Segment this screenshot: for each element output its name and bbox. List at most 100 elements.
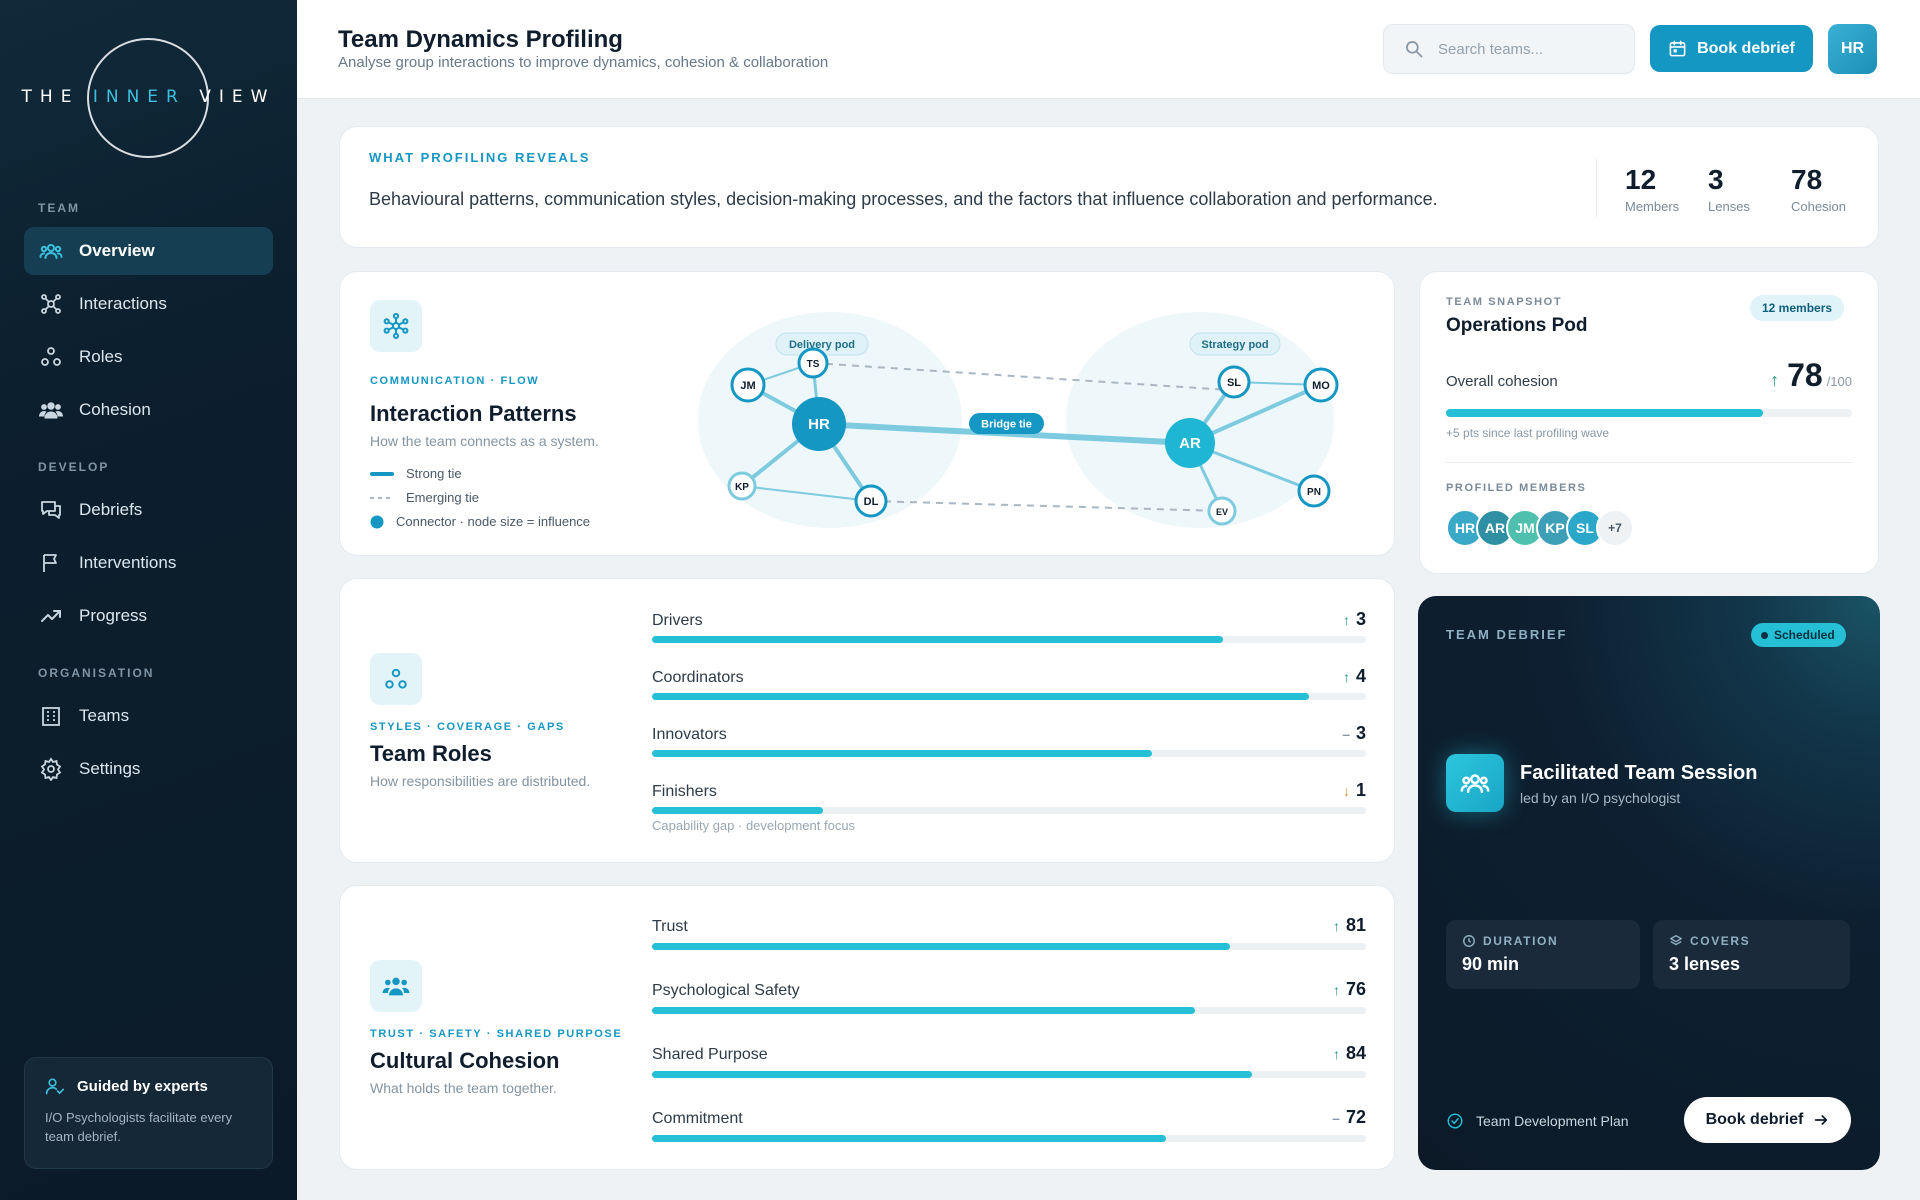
cohesion-eyebrow: TRUST · SAFETY · SHARED PURPOSE [370, 1028, 623, 1040]
top-header: Team Dynamics Profiling Analyse group in… [297, 0, 1920, 99]
legend-label: Strong tie [406, 466, 462, 481]
bar-label: Drivers [652, 612, 703, 629]
bar-fill [652, 636, 1224, 643]
sidebar-item-label: Progress [79, 606, 148, 625]
divider [1596, 159, 1597, 217]
bar-value-number: 3 [1355, 723, 1366, 743]
bar-track [652, 1007, 1366, 1014]
clock-icon [1462, 934, 1476, 948]
bar-track [652, 636, 1366, 643]
sidebar-item-label: Teams [79, 706, 130, 725]
sidebar-item-roles[interactable]: Roles [24, 333, 273, 381]
page-subtitle: Analyse group interactions to improve dy… [338, 54, 829, 71]
snapshot-eyebrow: TEAM SNAPSHOT [1446, 296, 1563, 308]
guide-text: I/O Psychologists facilitate every team … [45, 1110, 233, 1144]
cohesion-score: ↑ 78 /100 [1770, 357, 1852, 394]
node-ts[interactable]: TS [797, 347, 829, 379]
trend-up-icon: ↑ [1332, 981, 1340, 998]
node-mo[interactable]: MO [1303, 367, 1339, 403]
covers-box: COVERS 3 lenses [1653, 920, 1850, 989]
sidebar-item-label: Roles [79, 347, 123, 366]
svg-text:Strategy pod: Strategy pod [1201, 339, 1268, 351]
trend-up-icon: ↑ [1342, 668, 1350, 685]
trend-down-icon: ↓ [1342, 782, 1350, 799]
svg-text:DL: DL [864, 496, 879, 508]
sidebar-item-progress[interactable]: Progress [24, 592, 273, 640]
cohesion-delta: +5 pts since last profiling wave [1446, 426, 1610, 440]
bar-label: Finishers [652, 783, 717, 800]
svg-text:TS: TS [807, 359, 820, 370]
covers-key: COVERS [1669, 934, 1834, 948]
roles-title: Team Roles [370, 741, 492, 766]
bar-fill [652, 1071, 1252, 1078]
bar-value-number: 81 [1345, 915, 1366, 935]
stat-label: Lenses [1708, 199, 1750, 214]
bar-fill [652, 1135, 1167, 1142]
members-count-badge: 12 members [1750, 295, 1845, 321]
bar-value-number: 72 [1345, 1107, 1366, 1127]
node-kp[interactable]: KP [727, 471, 757, 501]
development-plan-link[interactable]: Team Development Plan [1446, 1112, 1629, 1130]
node-ar[interactable]: AR [1165, 418, 1215, 468]
building-icon [39, 704, 63, 728]
node-pn[interactable]: PN [1297, 474, 1331, 508]
bar-fill [652, 807, 824, 814]
legend-label: Connector · node size = influence [396, 514, 591, 529]
debrief-card: TEAM DEBRIEF Scheduled Facilitated Team … [1418, 596, 1880, 1170]
bar-value: ↑ 3 [1343, 609, 1366, 630]
svg-text:MO: MO [1312, 380, 1330, 392]
bar-fill [652, 943, 1231, 950]
session-subtitle: led by an I/O psychologist [1520, 790, 1681, 806]
sidebar-item-interventions[interactable]: Interventions [24, 539, 273, 587]
user-avatar[interactable]: HR [1828, 24, 1877, 74]
nav-section-develop: DEVELOP [38, 460, 110, 474]
search-box[interactable] [1383, 24, 1635, 74]
reveals-text: Behavioural patterns, communication styl… [369, 189, 1438, 209]
legend-strong: Strong tie [370, 466, 462, 481]
sidebar-item-interactions[interactable]: Interactions [24, 280, 273, 328]
book-debrief-label: Book debrief [1697, 39, 1795, 57]
covers-value: 3 lenses [1669, 954, 1741, 974]
pod-label-right: Strategy pod [1189, 332, 1281, 356]
bar-label: Shared Purpose [652, 1046, 768, 1063]
node-hr[interactable]: HR [792, 397, 846, 451]
sidebar-item-teams[interactable]: Teams [24, 692, 273, 740]
emerging-tie-swatch [370, 496, 394, 499]
sidebar-item-cohesion[interactable]: Cohesion [24, 386, 273, 434]
interaction-card: COMMUNICATION · FLOW Interaction Pattern… [339, 271, 1395, 556]
node-jm[interactable]: JM [730, 367, 766, 403]
bar-label: Commitment [652, 1110, 743, 1127]
node-sl[interactable]: SL [1217, 365, 1251, 399]
sidebar-item-settings[interactable]: Settings [24, 745, 273, 793]
sidebar-item-debriefs[interactable]: Debriefs [24, 486, 273, 534]
user-check-icon [45, 1076, 65, 1096]
svg-text:Bridge tie: Bridge tie [981, 419, 1032, 431]
divider [1446, 462, 1852, 463]
covers-label: COVERS [1690, 934, 1751, 948]
logo[interactable]: THE INNER VIEW [0, 38, 297, 160]
stat-value: 12 [1625, 164, 1657, 195]
node-ev[interactable]: EV [1207, 496, 1237, 526]
book-debrief-button[interactable]: Book debrief [1650, 25, 1813, 72]
sidebar-item-overview[interactable]: Overview [24, 227, 273, 275]
node-dl[interactable]: DL [854, 484, 888, 518]
svg-text:JM: JM [740, 380, 755, 392]
calendar-icon [1668, 39, 1687, 58]
team-icon [1446, 754, 1504, 812]
bar-fill [652, 1007, 1195, 1014]
bar-value: –3 [1342, 723, 1366, 744]
bar-value: ↑ 4 [1343, 666, 1366, 687]
roles-eyebrow: STYLES · COVERAGE · GAPS [370, 721, 565, 733]
bar-label: Innovators [652, 726, 727, 743]
bridge-label: Bridge tie [969, 413, 1044, 434]
group-icon [370, 960, 422, 1012]
bar-value-number: 1 [1355, 780, 1366, 800]
book-debrief-cta[interactable]: Book debrief [1684, 1097, 1851, 1143]
team-icon [39, 239, 63, 263]
bar-value: –72 [1332, 1107, 1366, 1128]
more-members[interactable]: +7 [1596, 509, 1634, 547]
cohesion-score-max: /100 [1826, 374, 1852, 389]
network-icon [370, 300, 422, 352]
search-input[interactable] [1438, 40, 1618, 58]
interaction-desc: How the team connects as a system. [370, 433, 599, 449]
